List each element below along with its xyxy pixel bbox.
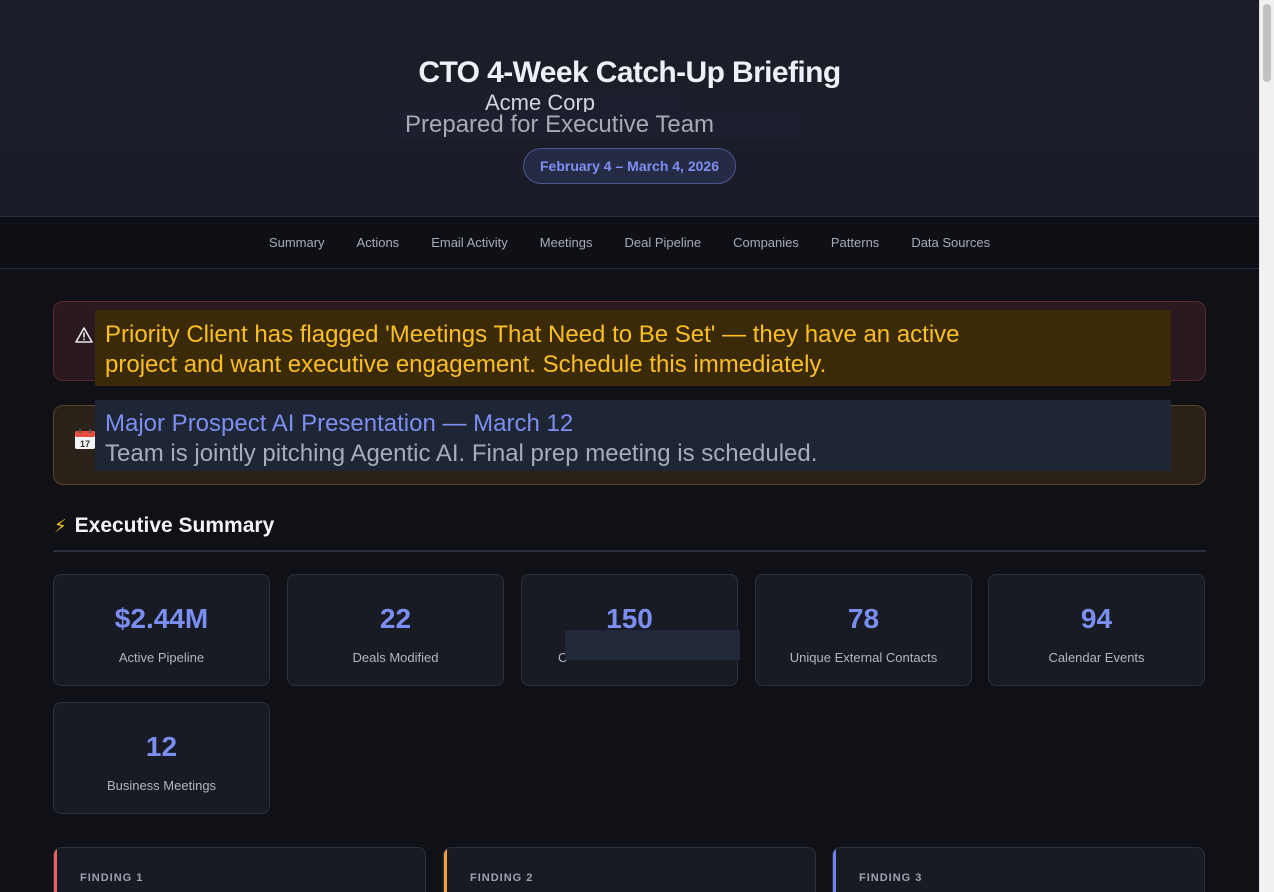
calendar-icon-text: 17 — [80, 439, 90, 449]
stat-label: Calendar Events — [1048, 650, 1145, 665]
presentation-alert-title: Major Prospect AI Presentation — March 1… — [105, 410, 574, 437]
nav-item-summary[interactable]: Summary — [253, 235, 341, 250]
finding-accent-bar — [444, 848, 447, 892]
redaction-block — [565, 630, 740, 660]
priority-alert-line-1: Priority Client has flagged 'Meetings Th… — [105, 321, 960, 348]
priority-alert-message: Priority Client has flagged 'Meetings Th… — [95, 310, 1171, 386]
page-title: CTO 4-Week Catch-Up Briefing — [418, 56, 841, 89]
stat-card-unique-contacts: 78 Unique External Contacts — [755, 574, 972, 686]
page-subtitle: Prepared for Executive Team — [400, 112, 801, 139]
page: CTO 4-Week Catch-Up Briefing Acme Corp P… — [0, 0, 1259, 892]
presentation-alert-message: Major Prospect AI Presentation — March 1… — [95, 400, 1171, 471]
warning-icon — [75, 326, 95, 346]
finding-accent-bar — [833, 848, 836, 892]
finding-label: FINDING 3 — [859, 872, 923, 884]
executive-summary-heading: ⚡ Executive Summary — [54, 514, 274, 538]
section-nav: Summary Actions Email Activity Meetings … — [0, 216, 1259, 269]
nav-item-actions[interactable]: Actions — [341, 235, 416, 250]
finding-label: FINDING 1 — [80, 872, 144, 884]
stat-label: Business Meetings — [106, 778, 217, 793]
stat-card-deals-modified: 22 Deals Modified — [287, 574, 504, 686]
header: CTO 4-Week Catch-Up Briefing Acme Corp P… — [0, 0, 1259, 216]
finding-accent-bar — [54, 848, 57, 892]
stat-card-calendar-events: 94 Calendar Events — [988, 574, 1205, 686]
nav-item-email-activity[interactable]: Email Activity — [415, 235, 524, 250]
finding-card-1: FINDING 1 — [53, 847, 426, 892]
stat-value: 12 — [145, 731, 178, 762]
stat-card-active-pipeline: $2.44M Active Pipeline — [53, 574, 270, 686]
priority-alert-line-2: project and want executive engagement. S… — [105, 351, 827, 378]
nav-item-data-sources[interactable]: Data Sources — [895, 235, 1006, 250]
stat-value: 78 — [847, 603, 880, 634]
stat-card-business-meetings: 12 Business Meetings — [53, 702, 270, 814]
lightning-icon: ⚡ — [54, 515, 67, 536]
nav-item-patterns[interactable]: Patterns — [815, 235, 895, 250]
stat-value: $2.44M — [114, 603, 209, 634]
stat-label: Unique External Contacts — [789, 650, 938, 665]
finding-card-3: FINDING 3 — [832, 847, 1205, 892]
finding-label: FINDING 2 — [470, 872, 534, 884]
nav-item-deal-pipeline[interactable]: Deal Pipeline — [609, 235, 718, 250]
finding-card-2: FINDING 2 — [443, 847, 816, 892]
presentation-alert-text: Team is jointly pitching Agentic AI. Fin… — [105, 440, 818, 467]
date-range-badge: February 4 – March 4, 2026 — [523, 148, 736, 184]
executive-summary-title: Executive Summary — [74, 514, 275, 537]
scrollbar-thumb[interactable] — [1263, 4, 1271, 82]
nav-item-companies[interactable]: Companies — [717, 235, 815, 250]
stat-label: Active Pipeline — [118, 650, 205, 665]
nav-item-meetings[interactable]: Meetings — [524, 235, 609, 250]
calendar-icon: 17 — [74, 428, 95, 449]
section-divider — [53, 550, 1206, 552]
stat-label: Deals Modified — [352, 650, 439, 665]
stat-value: 94 — [1080, 603, 1113, 634]
stat-value: 22 — [379, 603, 412, 634]
scrollbar[interactable] — [1259, 0, 1274, 892]
